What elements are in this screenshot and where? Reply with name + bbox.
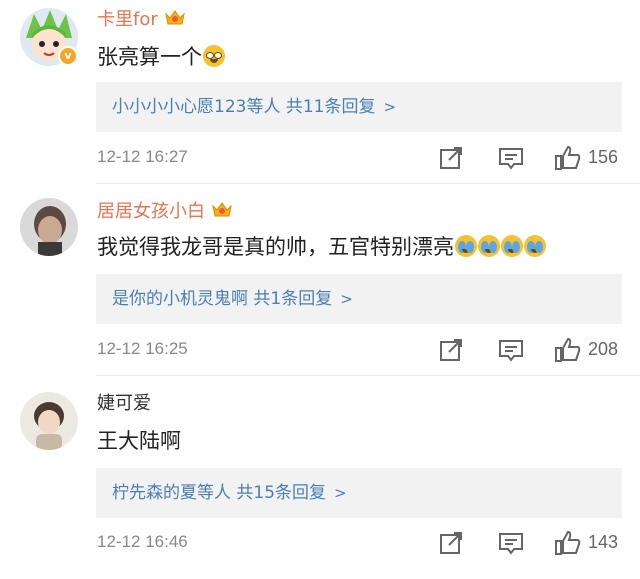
comment-text: 王大陆啊 [97, 429, 181, 453]
like-count: 208 [588, 339, 619, 359]
like-count: 143 [588, 532, 619, 552]
timestamp: 12-12 16:46 [97, 532, 188, 551]
like-count: 156 [588, 147, 619, 167]
comment-icon[interactable] [497, 529, 525, 557]
comment-text: 我觉得我龙哥是真的帅，五官特别漂亮 [97, 232, 546, 262]
comment-item: 居居女孩小白 我觉得我龙哥是真的帅，五官特别漂亮 是你的小机灵鬼啊 共1条回复 >… [0, 184, 640, 376]
timestamp: 12-12 16:25 [97, 339, 188, 358]
username[interactable]: 婕可爱 [97, 392, 151, 416]
comment-footer: 12-12 16:27 156 [97, 144, 640, 174]
verified-badge-icon: v [58, 46, 78, 66]
timestamp: 12-12 16:27 [97, 147, 188, 166]
share-icon[interactable] [437, 529, 465, 557]
username[interactable]: 居居女孩小白 [97, 200, 233, 224]
replies-link[interactable]: 柠先森的夏等人 共15条回复 > [96, 468, 622, 518]
comment-icon[interactable] [497, 144, 525, 172]
chevron-right-icon: > [340, 290, 353, 308]
thumbs-up-icon[interactable] [554, 336, 582, 364]
comment-icon[interactable] [497, 336, 525, 364]
avatar[interactable] [20, 198, 78, 256]
comment-text: 张亮算一个 [97, 42, 225, 72]
nerd-face-icon [203, 45, 225, 67]
share-icon[interactable] [437, 336, 465, 364]
crown-badge-icon [164, 10, 185, 25]
thumbs-up-icon[interactable] [554, 144, 582, 172]
chevron-right-icon: > [334, 484, 347, 502]
comment-item: 婕可爱 王大陆啊 柠先森的夏等人 共15条回复 > 12-12 16:46 143 [0, 376, 640, 579]
crown-badge-icon [212, 202, 232, 217]
avatar[interactable] [20, 392, 78, 450]
thumbs-up-icon[interactable] [554, 529, 582, 557]
chevron-right-icon: > [383, 98, 397, 116]
crying-face-icon [501, 235, 523, 257]
comment-item: v 卡里for 张亮算一个 小小小小心愿123等人 共11条回复 > 12-12 … [0, 0, 640, 184]
comment-footer: 12-12 16:46 143 [97, 529, 640, 559]
replies-link[interactable]: 小小小小心愿123等人 共11条回复 > [96, 82, 622, 132]
share-icon[interactable] [437, 144, 465, 172]
crying-face-icon [478, 235, 500, 257]
comment-footer: 12-12 16:25 208 [97, 336, 640, 366]
username[interactable]: 卡里for [97, 8, 186, 32]
crying-face-icon [524, 235, 546, 257]
crying-face-icon [455, 235, 477, 257]
replies-link[interactable]: 是你的小机灵鬼啊 共1条回复 > [96, 274, 622, 324]
